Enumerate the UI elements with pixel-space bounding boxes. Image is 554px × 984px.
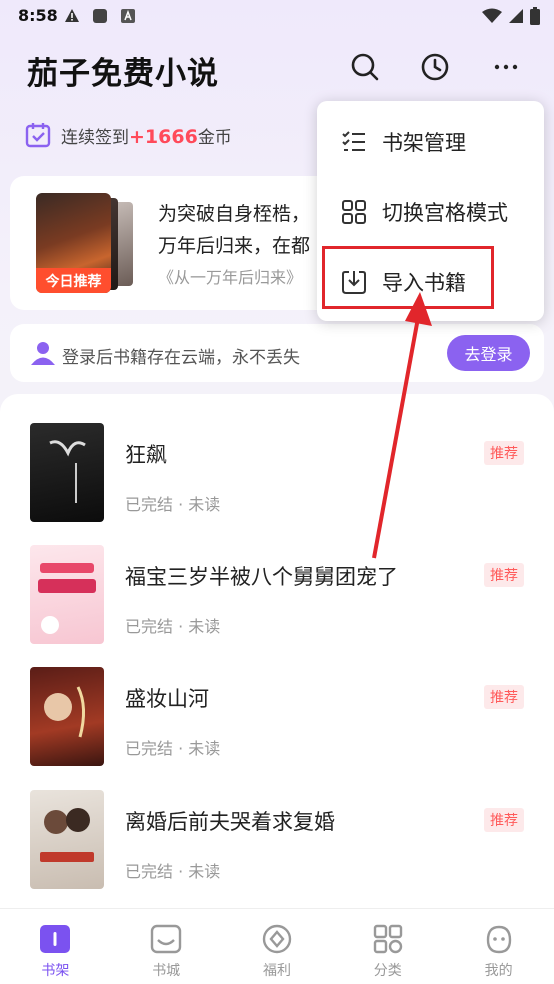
warning-icon: [65, 9, 79, 22]
book-list: 狂飙 已完结 · 未读 推荐 福宝三岁半被八个舅舅团宠了 已完结 · 未读 推荐…: [0, 394, 554, 914]
checkin-amount: +1666: [129, 125, 198, 148]
nav-bookshelf[interactable]: 书架: [0, 909, 111, 984]
profile-icon: [486, 925, 511, 954]
app-title: 茄子免费小说: [27, 56, 219, 92]
book-item[interactable]: 盛妆山河 已完结 · 未读 推荐: [0, 667, 554, 777]
book-item[interactable]: 离婚后前夫哭着求复婚 已完结 · 未读 推荐: [0, 790, 554, 900]
bookshelf-icon: [40, 925, 71, 953]
signal-icon: [509, 9, 523, 23]
login-banner: 登录后书籍存在云端，永不丢失 去登录: [10, 324, 544, 382]
book-status: 已完结 · 未读: [125, 862, 221, 881]
font-notification-icon: [121, 9, 135, 23]
category-icon: [373, 924, 402, 954]
status-bar: 8:58: [0, 0, 554, 34]
cover-art: [49, 440, 86, 503]
book-title: 狂飙: [125, 443, 167, 467]
cover-art: [38, 563, 96, 634]
book-status: 已完结 · 未读: [125, 617, 221, 636]
nav-label: 书架: [41, 963, 70, 979]
nav-welfare[interactable]: 福利: [222, 909, 333, 984]
book-title: 离婚后前夫哭着求复婚: [125, 810, 335, 834]
list-check-icon: [342, 131, 365, 151]
recommend-badge: 推荐: [484, 808, 524, 832]
nav-label: 福利: [262, 963, 291, 979]
calendar-check-icon: [25, 123, 51, 148]
grid-icon: [342, 200, 366, 224]
annotation-highlight-box: [322, 246, 494, 309]
user-icon: [31, 342, 55, 365]
recommend-source: 《从一万年后归来》: [158, 268, 303, 287]
more-dots-icon: [494, 64, 518, 70]
menu-item-label: 书架管理: [382, 131, 466, 155]
nav-label: 分类: [373, 963, 402, 979]
nav-category[interactable]: 分类: [332, 909, 443, 984]
book-cover: [30, 790, 104, 889]
menu-item-label: 切换宫格模式: [382, 201, 508, 225]
recommend-badge: 推荐: [484, 685, 524, 709]
search-button[interactable]: [348, 50, 382, 84]
bookstore-icon: [150, 924, 182, 954]
search-icon: [351, 53, 379, 81]
recommend-badge: 推荐: [484, 441, 524, 465]
cover-art: [40, 808, 94, 862]
book-item[interactable]: 福宝三岁半被八个舅舅团宠了 已完结 · 未读 推荐: [0, 545, 554, 655]
checkin-prefix: 连续签到: [61, 127, 129, 148]
welfare-icon: [262, 924, 292, 954]
login-hint: 登录后书籍存在云端，永不丢失: [62, 348, 300, 368]
book-status: 已完结 · 未读: [125, 495, 221, 514]
nav-label: 书城: [152, 963, 181, 979]
recommend-tag: 今日推荐: [36, 268, 111, 293]
book-item[interactable]: 狂飙 已完结 · 未读 推荐: [0, 423, 554, 533]
menu-item-grid-mode[interactable]: 切换宫格模式: [317, 177, 544, 247]
history-button[interactable]: [418, 50, 452, 84]
book-title: 盛妆山河: [125, 687, 209, 711]
nav-bookstore[interactable]: 书城: [111, 909, 222, 984]
book-cover: [30, 667, 104, 766]
nav-label: 我的: [484, 963, 513, 979]
cover-art: [44, 686, 85, 738]
status-time: 8:58: [18, 6, 58, 25]
wifi-icon: [482, 8, 502, 23]
more-button[interactable]: [489, 50, 523, 84]
app-notification-icon: [93, 9, 107, 23]
nav-profile[interactable]: 我的: [443, 909, 554, 984]
recommend-badge: 推荐: [484, 563, 524, 587]
checkin-text: 连续签到+1666金币: [61, 123, 232, 148]
book-title: 福宝三岁半被八个舅舅团宠了: [125, 565, 398, 589]
bottom-nav: 书架 书城 福利 分类 我的: [0, 908, 554, 984]
menu-item-bookshelf-manage[interactable]: 书架管理: [317, 107, 544, 177]
status-right: [482, 7, 540, 25]
clock-icon: [421, 53, 449, 81]
book-cover: [30, 545, 104, 644]
checkin-suffix: 金币: [197, 127, 232, 148]
battery-icon: [530, 7, 540, 25]
book-cover: [30, 423, 104, 522]
login-button[interactable]: 去登录: [447, 335, 530, 371]
book-status: 已完结 · 未读: [125, 739, 221, 758]
checkin-row[interactable]: 连续签到+1666金币: [25, 122, 232, 148]
